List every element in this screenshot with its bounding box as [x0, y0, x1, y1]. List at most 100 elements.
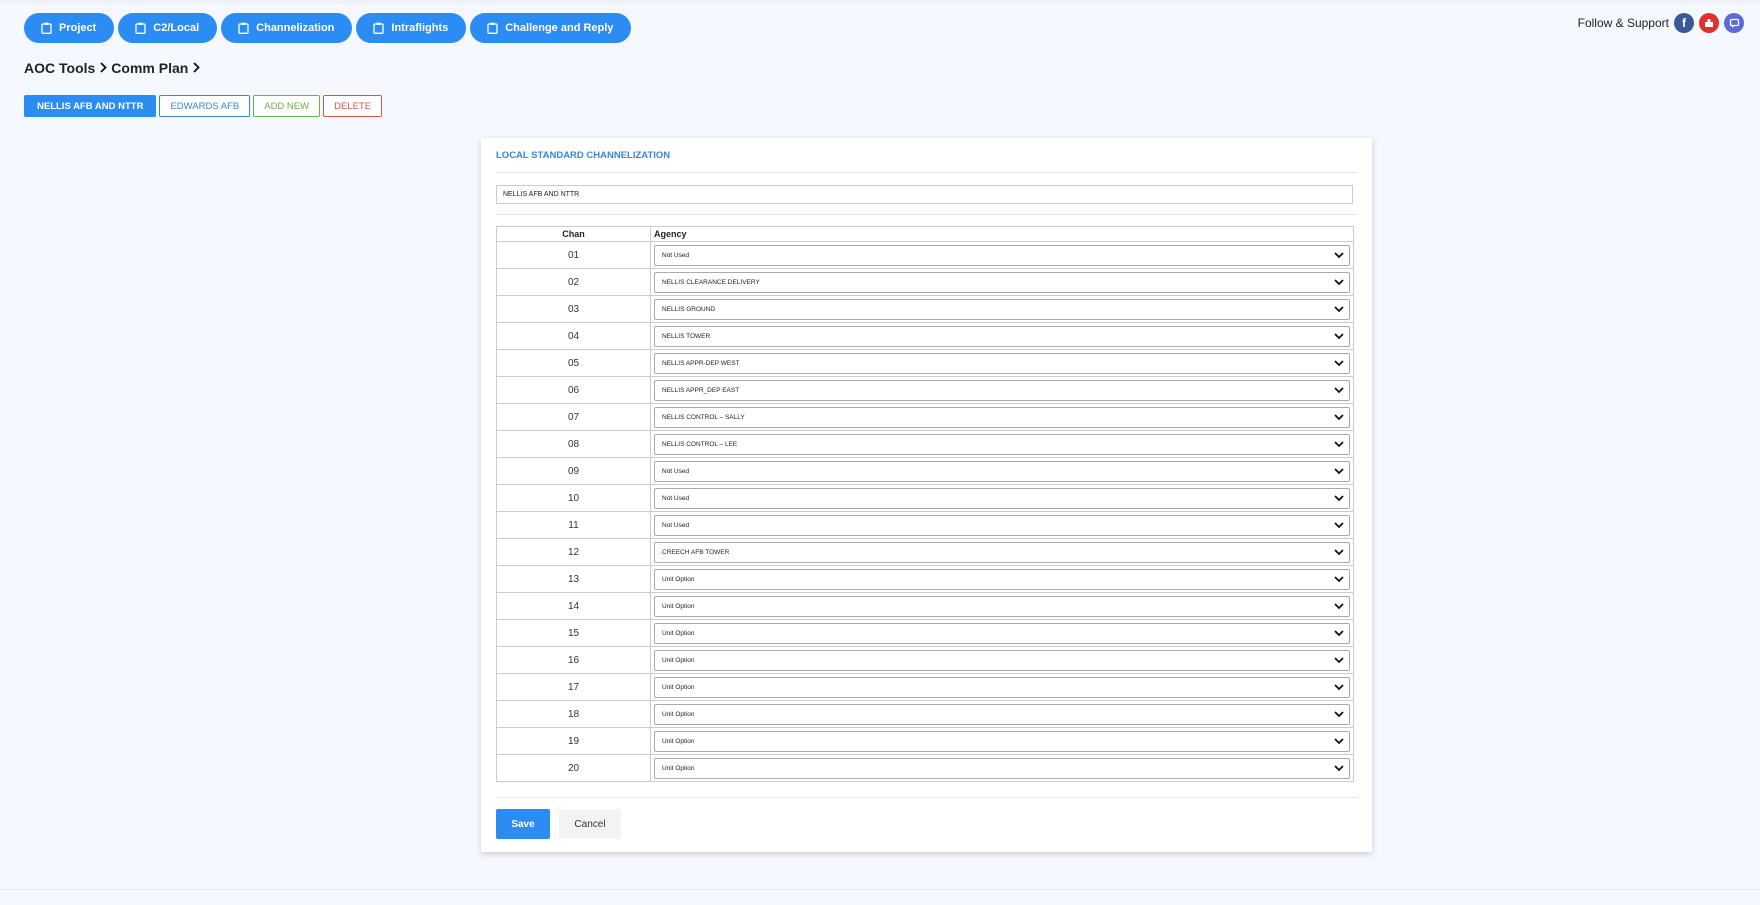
follow-support: Follow & Support f: [1578, 13, 1744, 33]
chan-cell: 02: [496, 268, 651, 296]
breadcrumb: AOC Tools Comm Plan: [24, 60, 204, 76]
agency-select-value: Not Used: [662, 521, 690, 529]
footer-divider: [0, 889, 1760, 890]
chevron-down-icon: [1333, 492, 1345, 504]
agency-select[interactable]: Unit Option: [654, 622, 1350, 644]
chan-cell: 20: [496, 754, 651, 782]
col-chan-header: Chan: [496, 226, 651, 242]
agency-select[interactable]: Not Used: [654, 460, 1350, 482]
agency-select[interactable]: NELLIS CLEARANCE DELIVERY: [654, 271, 1350, 293]
chat-icon[interactable]: [1724, 13, 1744, 33]
table-row: 06 NELLIS APPR_DEP EAST: [496, 376, 1354, 404]
agency-cell: Not Used: [650, 457, 1354, 485]
chan-cell: 04: [496, 322, 651, 350]
add-new-button[interactable]: ADD NEW: [253, 95, 321, 117]
chan-cell: 11: [496, 511, 651, 539]
agency-cell: NELLIS APPR-DEP WEST: [650, 349, 1354, 377]
agency-cell: Unit Option: [650, 565, 1354, 593]
chevron-down-icon: [1333, 600, 1345, 612]
chevron-down-icon: [1333, 573, 1345, 585]
youtube-icon[interactable]: [1699, 13, 1719, 33]
agency-select[interactable]: Unit Option: [654, 703, 1350, 725]
table-row: 01 Not Used: [496, 241, 1354, 269]
agency-select-value: Unit Option: [662, 737, 695, 745]
agency-select[interactable]: NELLIS APPR_DEP EAST: [654, 379, 1350, 401]
agency-select-value: Not Used: [662, 494, 690, 502]
table-row: 13 Unit Option: [496, 565, 1354, 593]
divider: [496, 214, 1357, 215]
divider: [496, 797, 1357, 798]
agency-select[interactable]: Not Used: [654, 487, 1350, 509]
edwards-afb-button[interactable]: EDWARDS AFB: [159, 95, 251, 117]
agency-select[interactable]: Unit Option: [654, 649, 1350, 671]
agency-select[interactable]: NELLIS APPR-DEP WEST: [654, 352, 1350, 374]
chan-cell: 07: [496, 403, 651, 431]
agency-cell: Unit Option: [650, 754, 1354, 782]
nav-tab-project[interactable]: Project: [24, 13, 115, 43]
nav-tab-challenge-and-reply[interactable]: Challenge and Reply: [470, 13, 632, 43]
follow-label: Follow & Support: [1577, 16, 1669, 30]
clipboard-icon: [238, 22, 249, 34]
table-row: 18 Unit Option: [496, 700, 1354, 728]
agency-cell: NELLIS CLEARANCE DELIVERY: [650, 268, 1354, 296]
chan-cell: 19: [496, 727, 651, 755]
nav-tab-label: Challenge and Reply: [505, 22, 614, 34]
chevron-down-icon: [1333, 546, 1345, 558]
breadcrumb-aoc-tools[interactable]: AOC Tools: [24, 60, 95, 76]
agency-select[interactable]: NELLIS TOWER: [654, 325, 1350, 347]
clipboard-icon: [373, 22, 385, 34]
nav-tab-c2-local[interactable]: C2/Local: [118, 13, 218, 43]
agency-select[interactable]: Unit Option: [654, 595, 1350, 617]
chevron-down-icon: [1333, 681, 1345, 693]
chevron-down-icon: [1333, 249, 1345, 261]
agency-select[interactable]: Not Used: [654, 514, 1350, 536]
cancel-button[interactable]: Cancel: [559, 809, 621, 839]
agency-select-value: Unit Option: [662, 710, 695, 718]
table-row: 19 Unit Option: [496, 727, 1354, 755]
breadcrumb-comm-plan[interactable]: Comm Plan: [111, 60, 188, 76]
top-nav: Project C2/Local Channelization Intraflight…: [24, 13, 632, 43]
save-button[interactable]: Save: [496, 809, 550, 839]
agency-cell: Not Used: [650, 484, 1354, 512]
nav-tab-channelization[interactable]: Channelization: [221, 13, 353, 43]
agency-select[interactable]: CREECH AFB TOWER: [654, 541, 1350, 563]
agency-select[interactable]: NELLIS GROUND: [654, 298, 1350, 320]
chan-cell: 08: [496, 430, 651, 458]
chevron-down-icon: [1333, 357, 1345, 369]
agency-select[interactable]: Unit Option: [654, 730, 1350, 752]
chevron-down-icon: [1333, 384, 1345, 396]
agency-select-value: Unit Option: [662, 656, 695, 664]
agency-select[interactable]: NELLIS CONTROL – LEE: [654, 433, 1350, 455]
agency-select-value: Unit Option: [662, 683, 695, 691]
table-row: 08 NELLIS CONTROL – LEE: [496, 430, 1354, 458]
agency-select[interactable]: Unit Option: [654, 757, 1350, 779]
col-agency-header: Agency: [650, 226, 1354, 242]
agency-select-value: NELLIS CONTROL – LEE: [662, 440, 738, 448]
delete-button[interactable]: DELETE: [323, 95, 383, 117]
agency-cell: NELLIS TOWER: [650, 322, 1354, 350]
agency-select[interactable]: Unit Option: [654, 676, 1350, 698]
agency-select[interactable]: Unit Option: [654, 568, 1350, 590]
agency-select-value: Unit Option: [662, 629, 695, 637]
chevron-down-icon: [1333, 762, 1345, 774]
card-title: LOCAL STANDARD CHANNELIZATION: [496, 150, 671, 161]
agency-cell: Unit Option: [650, 727, 1354, 755]
nav-tab-intraflights[interactable]: Intraflights: [356, 13, 467, 43]
nellis-afb-button[interactable]: NELLIS AFB AND NTTR: [24, 95, 157, 117]
agency-select-value: Not Used: [662, 467, 690, 475]
agency-select[interactable]: Not Used: [654, 244, 1350, 266]
agency-cell: Unit Option: [650, 646, 1354, 674]
table-row: 17 Unit Option: [496, 673, 1354, 701]
chevron-right-icon: [190, 61, 202, 76]
table-row: 16 Unit Option: [496, 646, 1354, 674]
chan-cell: 12: [496, 538, 651, 566]
table-row: 07 NELLIS CONTROL – SALLY: [496, 403, 1354, 431]
chevron-down-icon: [1333, 735, 1345, 747]
agency-cell: Not Used: [650, 511, 1354, 539]
chan-cell: 15: [496, 619, 651, 647]
chevron-down-icon: [1333, 330, 1345, 342]
plan-name-input[interactable]: NELLIS AFB AND NTTR: [496, 185, 1353, 204]
chan-cell: 16: [496, 646, 651, 674]
agency-select[interactable]: NELLIS CONTROL – SALLY: [654, 406, 1350, 428]
facebook-icon[interactable]: f: [1674, 13, 1694, 33]
